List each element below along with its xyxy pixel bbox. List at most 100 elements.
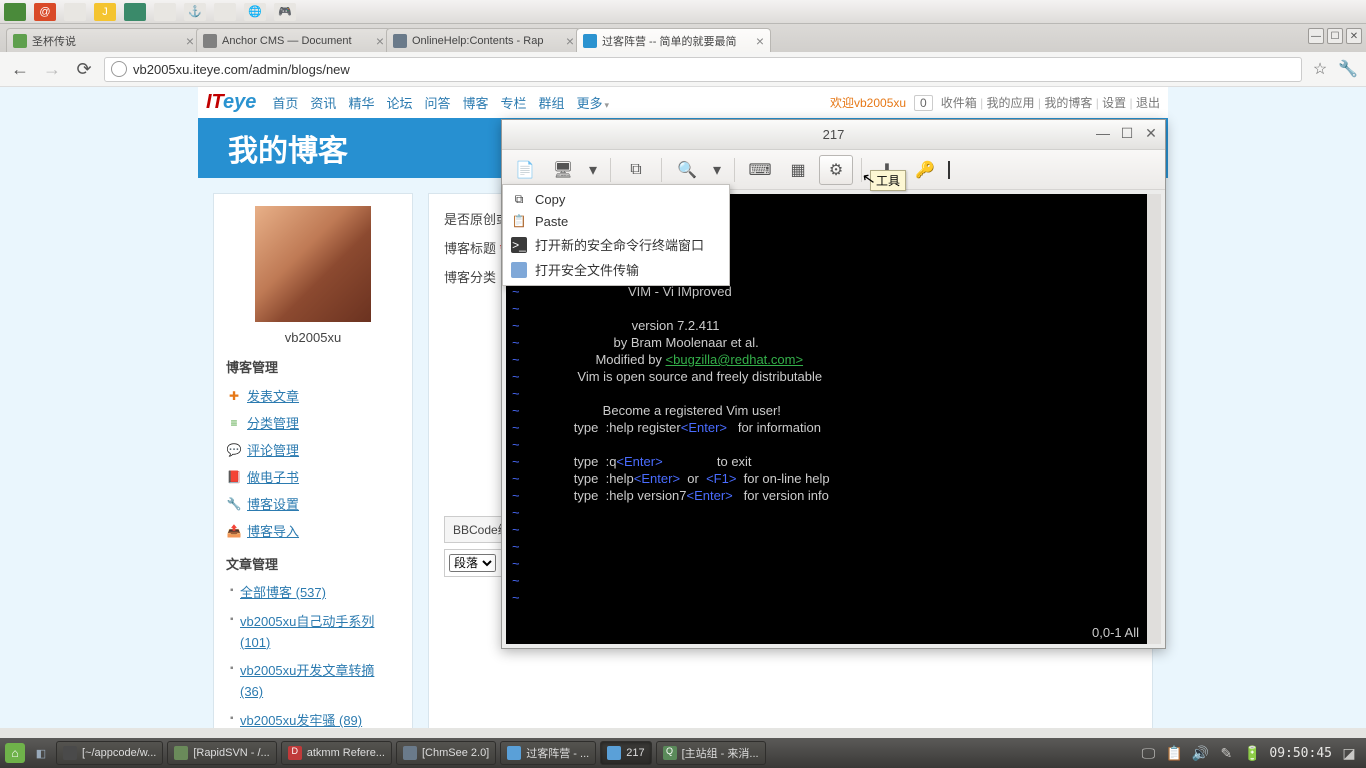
terminal-titlebar[interactable]: 217 — ☐ ✕	[502, 120, 1165, 150]
toolbar-gear-icon[interactable]: ⚙	[819, 155, 853, 185]
launcher-app-9[interactable]: 🎮	[274, 3, 296, 21]
chrome-tab-3[interactable]: 过客阵营 -- 简单的就要最简×	[576, 28, 771, 52]
user-link-2[interactable]: 我的博客	[1044, 96, 1092, 110]
launcher-app-0[interactable]	[4, 3, 26, 21]
taskbar-item-6[interactable]: Q[主站组 - 来消...	[656, 741, 766, 765]
tab-close-icon[interactable]: ×	[562, 33, 574, 49]
nav-link-1[interactable]: 资讯	[310, 96, 336, 111]
toolbar-dropdown-icon[interactable]: ▾	[584, 155, 602, 185]
user-link-4[interactable]: 退出	[1136, 96, 1160, 110]
window-maximize-button[interactable]: ☐	[1327, 28, 1343, 44]
sidebar-manage-item-5[interactable]: 📤博客导入	[226, 517, 400, 544]
taskbar-item-1[interactable]: [RapidSVN - /...	[167, 741, 276, 765]
taskbar-item-2[interactable]: Datkmm Refere...	[281, 741, 392, 765]
user-link-0[interactable]: 收件箱	[941, 96, 977, 110]
nav-link-7[interactable]: 群组	[539, 96, 565, 111]
tray-volume-icon[interactable]: 🔊	[1191, 745, 1209, 761]
iteye-logo[interactable]: ITeye	[206, 91, 256, 114]
toolbar-keyboard-icon[interactable]: ⌨	[743, 155, 777, 185]
sidebar-item-label[interactable]: 分类管理	[247, 413, 299, 432]
taskbar-item-3[interactable]: [ChmSee 2.0]	[396, 741, 496, 765]
tray-pen-icon[interactable]: ✎	[1217, 745, 1235, 761]
sidebar-article-item-3: vb2005xu发牢骚 (89)	[230, 707, 400, 728]
launcher-app-8[interactable]: 🌐	[244, 3, 266, 21]
sidebar-item-label[interactable]: 发表文章	[247, 386, 299, 405]
sidebar-article-link[interactable]: 全部博客 (537)	[240, 585, 326, 600]
context-menu-item-3[interactable]: 打开安全文件传输	[503, 257, 729, 282]
sidebar-manage-item-1[interactable]: ≡分类管理	[226, 409, 400, 436]
user-link-3[interactable]: 设置	[1102, 96, 1126, 110]
launcher-app-5[interactable]	[154, 3, 176, 21]
sidebar-item-label[interactable]: 博客导入	[247, 521, 299, 540]
window-minimize-button[interactable]: —	[1308, 28, 1324, 44]
panel-clock[interactable]: 09:50:45	[1269, 746, 1332, 761]
start-menu-button[interactable]: ⌂	[2, 741, 28, 765]
launcher-app-6[interactable]: ⚓	[184, 3, 206, 21]
window-close-button[interactable]: ✕	[1346, 28, 1362, 44]
tray-workspace-icon[interactable]: ◪	[1340, 745, 1358, 761]
forward-button[interactable]: →	[40, 57, 64, 81]
sidebar-manage-item-0[interactable]: ✚发表文章	[226, 382, 400, 409]
sidebar-manage-item-4[interactable]: 🔧博客设置	[226, 490, 400, 517]
chrome-menu-icon[interactable]: 🔧	[1338, 59, 1358, 79]
back-button[interactable]: ←	[8, 57, 32, 81]
taskbar-item-4[interactable]: 过客阵营 - ...	[500, 741, 596, 765]
tab-close-icon[interactable]: ×	[372, 33, 384, 49]
toolbar-new-icon[interactable]: 📄	[508, 155, 542, 185]
launcher-app-4[interactable]	[124, 3, 146, 21]
context-menu-item-1[interactable]: 📋Paste	[503, 210, 729, 232]
sidebar-item-label[interactable]: 做电子书	[247, 467, 299, 486]
nav-link-4[interactable]: 问答	[424, 96, 450, 111]
nav-link-6[interactable]: 专栏	[501, 96, 527, 111]
terminal-scrollbar[interactable]	[1147, 194, 1161, 644]
sidebar-item-label[interactable]: 博客设置	[247, 494, 299, 513]
chrome-tab-2[interactable]: OnlineHelp:Contents - Rap ×	[386, 28, 581, 52]
user-link-1[interactable]: 我的应用	[987, 96, 1035, 110]
sidebar-item-label[interactable]: 评论管理	[247, 440, 299, 459]
nav-link-2[interactable]: 精华	[348, 96, 374, 111]
nav-link-0[interactable]: 首页	[272, 96, 298, 111]
context-menu-item-0[interactable]: ⧉Copy	[503, 188, 729, 210]
nav-link-5[interactable]: 博客	[462, 96, 488, 111]
tab-label: OnlineHelp:Contents - Rap	[412, 35, 543, 47]
reload-button[interactable]: ⟳	[72, 57, 96, 81]
tab-favicon	[583, 34, 597, 48]
nav-link-3[interactable]: 论坛	[386, 96, 412, 111]
toolbar-grid-icon[interactable]: ▦	[781, 155, 815, 185]
avatar[interactable]	[255, 206, 371, 322]
nav-link-8[interactable]: 更多	[577, 96, 610, 111]
toolbar-screen-icon[interactable]: 🖥	[546, 155, 580, 185]
toolbar-copy-icon[interactable]: ⧉	[619, 155, 653, 185]
bookmark-star-icon[interactable]: ☆	[1310, 59, 1330, 79]
format-select[interactable]: 段落	[449, 554, 496, 572]
context-menu-item-2[interactable]: >_打开新的安全命令行终端窗口	[503, 232, 729, 257]
sidebar-article-link[interactable]: vb2005xu开发文章转摘 (36)	[240, 663, 374, 699]
tab-close-icon[interactable]: ×	[182, 33, 194, 49]
sidebar-manage-item-3[interactable]: 📕做电子书	[226, 463, 400, 490]
tray-clipboard-icon[interactable]: 📋	[1165, 745, 1183, 761]
terminal-maximize-icon[interactable]: ☐	[1119, 125, 1135, 141]
toolbar-find-icon[interactable]: 🔍	[670, 155, 704, 185]
chrome-tab-0[interactable]: 圣杯传说×	[6, 28, 201, 52]
sidebar-manage-item-2[interactable]: 💬评论管理	[226, 436, 400, 463]
launcher-app-7[interactable]	[214, 3, 236, 21]
sidebar-article-link[interactable]: vb2005xu自己动手系列 (101)	[240, 614, 374, 650]
taskbar-item-0[interactable]: [~/appcode/w...	[56, 741, 163, 765]
taskbar-item-5[interactable]: 217	[600, 741, 651, 765]
terminal-minimize-icon[interactable]: —	[1095, 125, 1111, 141]
toolbar-key-icon[interactable]: 🔑	[908, 155, 942, 185]
tray-battery-icon[interactable]: 🔋	[1243, 745, 1261, 761]
launcher-app-3[interactable]: J	[94, 3, 116, 21]
launcher-app-2[interactable]	[64, 3, 86, 21]
toolbar-dropdown2-icon[interactable]: ▾	[708, 155, 726, 185]
launcher-app-1[interactable]: @	[34, 3, 56, 21]
tab-close-icon[interactable]: ×	[752, 33, 764, 49]
sidebar-article-link[interactable]: vb2005xu发牢骚 (89)	[240, 713, 362, 728]
show-desktop-button[interactable]: ◧	[28, 741, 54, 765]
notification-badge[interactable]: 0	[914, 95, 933, 111]
task-icon	[403, 746, 417, 760]
address-bar[interactable]: vb2005xu.iteye.com/admin/blogs/new	[104, 57, 1302, 82]
chrome-tab-1[interactable]: Anchor CMS — Document×	[196, 28, 391, 52]
tray-display-icon[interactable]: 🖵	[1139, 745, 1157, 761]
terminal-close-icon[interactable]: ✕	[1143, 125, 1159, 141]
